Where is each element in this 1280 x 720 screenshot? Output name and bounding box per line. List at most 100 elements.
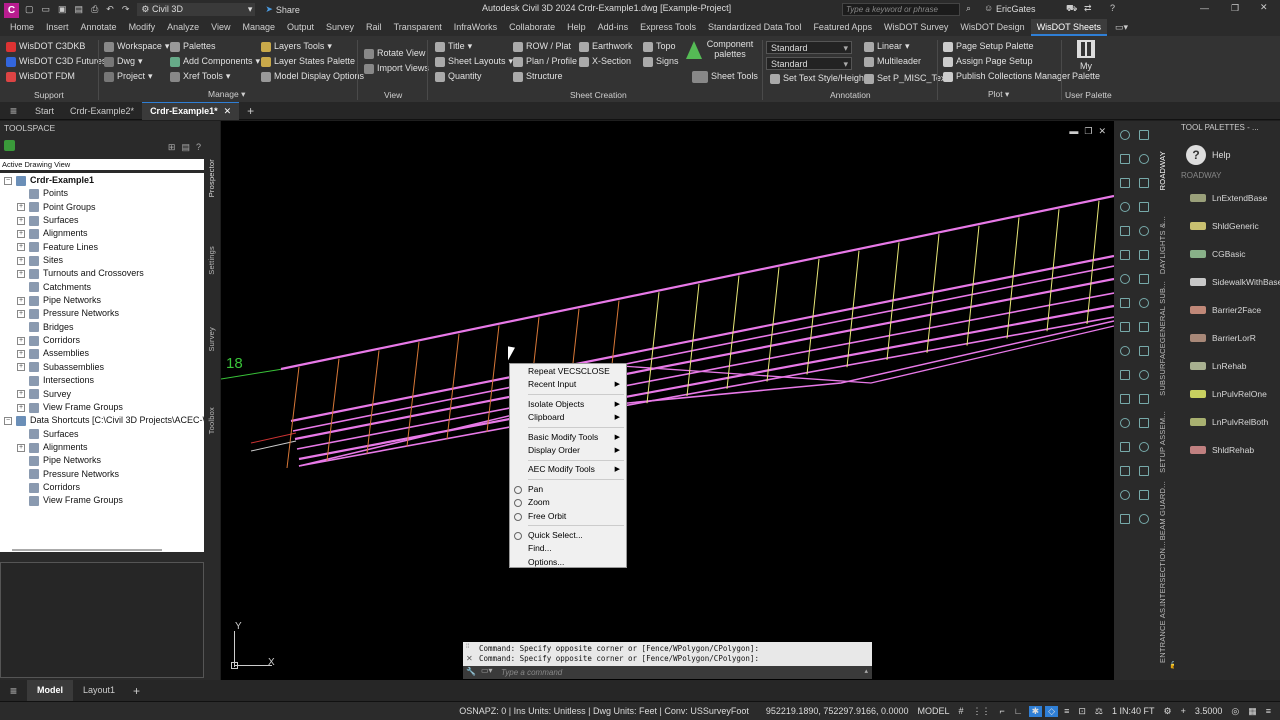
ribbon-tab-manage[interactable]: Manage	[236, 19, 281, 36]
corridor-top-edge[interactable]	[280, 194, 1114, 371]
side-tab-survey[interactable]: Survey	[207, 327, 216, 352]
palettes-button[interactable]: Palettes	[168, 39, 262, 54]
expand-icon[interactable]: +	[17, 270, 25, 279]
palette-side-tab[interactable]: DAYLIGHTS &...	[1158, 216, 1167, 274]
rotate-view-button[interactable]: Rotate View	[362, 46, 431, 61]
structure-button[interactable]: Structure	[511, 69, 579, 84]
viewport-minimize-icon[interactable]: ▬	[1069, 126, 1078, 137]
tree-item[interactable]: Corridors	[4, 481, 204, 494]
ribbon-tab-wisdot-survey[interactable]: WisDOT Survey	[878, 19, 954, 36]
expand-icon[interactable]	[17, 190, 25, 198]
plus-icon[interactable]: +	[1178, 706, 1189, 716]
ribbon-tab-home[interactable]: Home	[4, 19, 40, 36]
nav-tool-icon[interactable]	[1120, 178, 1130, 188]
help-icon[interactable]: ?	[1110, 3, 1115, 13]
ribbon-tab-collaborate[interactable]: Collaborate	[503, 19, 561, 36]
menu-item-free-orbit[interactable]: Free Orbit	[510, 510, 626, 523]
tree-item[interactable]: + Feature Lines	[4, 241, 204, 254]
drawing-viewport[interactable]: 18 ▬ ❐ ✕ Y X Repeat VECSCLOSE Recent Inpu…	[221, 121, 1114, 680]
nav-tool-icon[interactable]	[1120, 466, 1130, 476]
expand-icon[interactable]	[17, 377, 25, 385]
nav-tool-icon[interactable]	[1120, 514, 1130, 524]
expand-icon[interactable]: +	[17, 350, 25, 359]
ribbon-tab-output[interactable]: Output	[281, 19, 320, 36]
expand-icon[interactable]: +	[17, 203, 25, 212]
tree-item[interactable]: + Pressure Networks	[4, 307, 204, 320]
project-button[interactable]: Project ▾	[102, 69, 171, 84]
new-icon[interactable]: ▢	[25, 4, 34, 15]
print-icon[interactable]: ⎙	[91, 4, 98, 15]
row-plat-button[interactable]: ROW / Plat	[511, 39, 579, 54]
ribbon-tab-standardized-data-tool[interactable]: Standardized Data Tool	[702, 19, 807, 36]
ribbon-tab-survey[interactable]: Survey	[320, 19, 360, 36]
menu-item-quick-select[interactable]: Quick Select...	[510, 529, 626, 542]
nav-tool-icon[interactable]	[1120, 394, 1130, 404]
set-text-style-button[interactable]: Set Text Style/Height	[768, 71, 868, 86]
open-icon[interactable]: ▭	[42, 4, 51, 15]
palette-side-tab[interactable]: GENERAL SUB...	[1158, 281, 1167, 343]
dim-style-combo[interactable]: Standard	[766, 57, 852, 70]
tree-scrollbar[interactable]	[12, 549, 162, 551]
menu-item-recent-input[interactable]: Recent Input ▶	[510, 378, 626, 391]
tree-item[interactable]: Intersections	[4, 374, 204, 387]
expand-icon[interactable]: +	[17, 390, 25, 399]
tree-item[interactable]: + Alignments	[4, 227, 204, 240]
palette-side-tab[interactable]: BEAM GUARD...	[1158, 481, 1167, 540]
restore-icon[interactable]: ❐	[1231, 3, 1239, 14]
doc-tab[interactable]: Crdr-Example1* ✕	[142, 101, 240, 120]
workspace-combo[interactable]: ⚙ Civil 3D ▾	[137, 3, 256, 16]
palette-item[interactable]: SidewalkWithBase	[1174, 268, 1280, 296]
expand-icon[interactable]	[17, 430, 25, 438]
tree-item[interactable]: View Frame Groups	[4, 494, 204, 507]
ribbon-tab-wisdot-design[interactable]: WisDOT Design	[954, 19, 1030, 36]
doc-tab[interactable]: Start	[27, 102, 62, 120]
tree-item[interactable]: − Crdr-Example1	[4, 174, 204, 187]
nav-tool-icon[interactable]	[1120, 202, 1130, 212]
menu-item-basic-modify-tools[interactable]: Basic Modify Tools ▶	[510, 431, 626, 444]
toolspace-list-icon[interactable]: ▤	[181, 142, 190, 153]
toolspace-help-icon[interactable]: ?	[196, 142, 201, 152]
ribbon-tab-express-tools[interactable]: Express Tools	[634, 19, 702, 36]
menu-item-display-order[interactable]: Display Order ▶	[510, 444, 626, 457]
ribbon-tab-transparent[interactable]: Transparent	[388, 19, 448, 36]
tree-item[interactable]: + Surfaces	[4, 214, 204, 227]
nav-tool-icon[interactable]	[1139, 394, 1149, 404]
palette-item[interactable]: LnRehab	[1174, 352, 1280, 380]
doc-tab-close-icon[interactable]: ✕	[224, 102, 232, 120]
expand-icon[interactable]: +	[17, 443, 25, 452]
osnap-icon[interactable]: ◇	[1045, 705, 1059, 717]
nav-tool-icon[interactable]	[1139, 274, 1149, 284]
layer-states-palette-button[interactable]: Layer States Palette	[259, 54, 366, 69]
app-logo[interactable]: C	[4, 3, 19, 18]
ribbon-tab-add-ins[interactable]: Add-ins	[592, 19, 635, 36]
status-model[interactable]: MODEL	[915, 706, 953, 716]
frequency-line[interactable]	[1086, 200, 1100, 325]
search-icon[interactable]: ⌕	[966, 3, 971, 14]
menu-item-options[interactable]: Options...	[510, 556, 626, 569]
ribbon-tab-featured-apps[interactable]: Featured Apps	[807, 19, 878, 36]
ribbon-tab-annotate[interactable]: Annotate	[75, 19, 123, 36]
palette-item[interactable]: LnPulvRelBoth	[1174, 408, 1280, 436]
palette-side-tab[interactable]: ENTRANCE AS...	[1158, 601, 1167, 663]
side-tab-settings[interactable]: Settings	[207, 246, 216, 275]
wisdot-c3dkb-button[interactable]: WisDOT C3DKB	[4, 39, 108, 54]
tree-item[interactable]: + Subassemblies	[4, 361, 204, 374]
side-tab-toolbox[interactable]: Toolbox	[207, 407, 216, 434]
topo-button[interactable]: Topo	[641, 39, 681, 54]
title-button[interactable]: Title ▾	[433, 39, 515, 54]
frequency-line[interactable]	[406, 342, 420, 447]
nav-tool-icon[interactable]	[1139, 514, 1149, 524]
grid-icon[interactable]: #	[956, 706, 967, 716]
plan-profile-button[interactable]: Plan / Profile	[511, 54, 579, 69]
ribbon-tab-rail[interactable]: Rail	[360, 19, 388, 36]
nav-tool-icon[interactable]	[1139, 154, 1149, 164]
palette-side-tab[interactable]: SUBSURFACE	[1158, 343, 1167, 396]
palette-item[interactable]: ShldGeneric	[1174, 212, 1280, 240]
annotation-scale-icon[interactable]: ⚖	[1092, 706, 1106, 717]
nav-tool-icon[interactable]	[1120, 274, 1130, 284]
corridor-band[interactable]	[294, 277, 1114, 441]
expand-icon[interactable]: +	[17, 216, 25, 225]
dwg-button[interactable]: Dwg ▾	[102, 54, 171, 69]
nav-tool-icon[interactable]	[1120, 130, 1130, 140]
nav-tool-icon[interactable]	[1139, 130, 1149, 140]
